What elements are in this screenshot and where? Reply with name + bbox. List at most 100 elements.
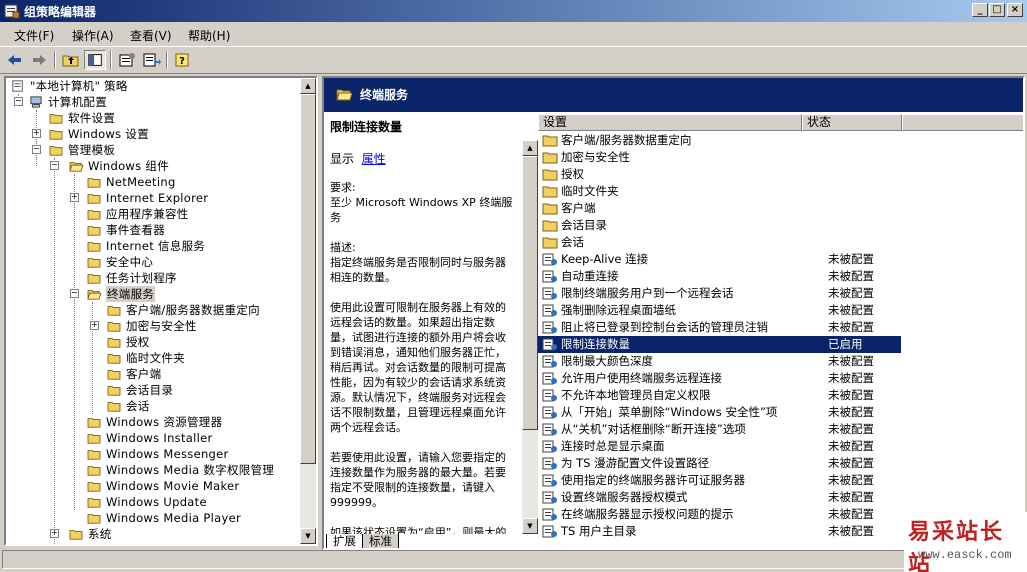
scroll-thumb[interactable] xyxy=(300,94,316,464)
folder-icon xyxy=(107,338,121,348)
list-item[interactable]: 阻止将已登录到控制台会话的管理员注销 未被配置 xyxy=(538,319,908,336)
tree-item-label: 终端服务 xyxy=(106,286,156,302)
watermark-url: www.easck.com xyxy=(918,548,1012,562)
list-item-state: 已启用 xyxy=(828,337,863,351)
column-header-state[interactable]: 状态 xyxy=(802,114,902,131)
expand-toggle[interactable]: + xyxy=(90,321,99,330)
list-item[interactable]: 限制连接数量 已启用 xyxy=(538,336,901,353)
menu-action[interactable]: 操作(A) xyxy=(72,27,114,44)
menu-help[interactable]: 帮助(H) xyxy=(188,27,230,44)
column-header-setting[interactable]: 设置 xyxy=(538,114,802,131)
menu-file[interactable]: 文件(F) xyxy=(14,27,54,44)
list-item[interactable]: 设置终端服务器授权模式 未被配置 xyxy=(538,489,908,506)
folder-icon xyxy=(49,146,63,156)
scroll-down-arrow-icon[interactable]: ▼ xyxy=(522,518,538,534)
list-item[interactable]: 强制删除远程桌面墙纸 未被配置 xyxy=(538,302,908,319)
list-item-state: 未被配置 xyxy=(828,456,874,470)
expand-toggle[interactable]: + xyxy=(70,193,79,202)
forward-arrow-icon[interactable] xyxy=(28,50,50,70)
status-cell xyxy=(2,550,1022,569)
tree-item-label: Windows 组件 xyxy=(88,159,169,173)
policy-setting-icon xyxy=(542,321,557,334)
toolbar: ? xyxy=(0,46,1027,74)
list-item[interactable]: 限制最大颜色深度 未被配置 xyxy=(538,353,908,370)
list-item[interactable]: 从「开始」菜单删除“Windows 安全性”项 未被配置 xyxy=(538,404,908,421)
properties-link[interactable]: 属性 xyxy=(362,152,386,166)
folder-icon xyxy=(107,402,121,412)
expand-toggle[interactable]: + xyxy=(50,545,59,546)
list-item[interactable]: Keep-Alive 连接 未被配置 xyxy=(538,251,908,268)
list-item[interactable]: 限制终端服务用户到一个远程会话 未被配置 xyxy=(538,285,908,302)
list-item-state: 未被配置 xyxy=(828,303,874,317)
folder-icon xyxy=(107,370,121,380)
list-item[interactable]: 不允许本地管理员自定义权限 未被配置 xyxy=(538,387,908,404)
tree-item-label: 系统 xyxy=(88,527,112,541)
expand-toggle[interactable]: + xyxy=(50,529,59,538)
help-icon[interactable]: ? xyxy=(172,50,194,70)
list-item[interactable]: 从“关机”对话框删除“断开连接”选项 未被配置 xyxy=(538,421,908,438)
list-item-state: 未被配置 xyxy=(828,524,874,538)
details-header: 终端服务 xyxy=(324,78,1023,112)
back-arrow-icon[interactable] xyxy=(4,50,26,70)
tree-item-label: Windows Media 数字权限管理 xyxy=(106,463,275,477)
folder-icon xyxy=(542,186,558,198)
collapse-toggle[interactable]: − xyxy=(50,161,59,170)
tab-standard[interactable]: 标准 xyxy=(362,534,399,548)
tree-item-label: 网络 xyxy=(88,542,112,544)
list-item[interactable]: 连接时总是显示桌面 未被配置 xyxy=(538,438,908,455)
list-item-name: 会话 xyxy=(561,235,584,249)
scroll-up-arrow-icon[interactable]: ▲ xyxy=(300,78,316,94)
scroll-thumb[interactable] xyxy=(522,156,538,430)
list-item[interactable]: 在终端服务器显示授权问题的提示 未被配置 xyxy=(538,506,908,523)
list-item-name: 授权 xyxy=(561,167,584,181)
show-hide-tree-icon[interactable] xyxy=(84,50,106,70)
collapse-toggle[interactable]: − xyxy=(70,289,79,298)
maximize-button[interactable]: □ xyxy=(989,3,1005,17)
computer-icon xyxy=(30,96,42,108)
list-item[interactable]: 会话 xyxy=(538,234,908,251)
policy-setting-icon xyxy=(542,287,557,300)
list-item[interactable]: 客户端/服务器数据重定向 xyxy=(538,132,908,149)
tree-item-label: 事件查看器 xyxy=(106,223,165,237)
folder-icon xyxy=(87,482,101,492)
tree-item-label: 任务计划程序 xyxy=(106,271,177,285)
list-item[interactable]: 加密与安全性 xyxy=(538,149,908,166)
collapse-toggle[interactable]: − xyxy=(32,145,41,154)
description-scrollbar[interactable]: ▲ ▼ xyxy=(522,140,538,534)
properties-icon[interactable] xyxy=(116,50,138,70)
list-item-name: 自动重连接 xyxy=(561,269,619,283)
list-item[interactable]: 自动重连接 未被配置 xyxy=(538,268,908,285)
folder-icon xyxy=(87,498,101,508)
scroll-down-arrow-icon[interactable]: ▼ xyxy=(300,528,316,544)
list-item[interactable]: 使用指定的终端服务器许可证服务器 未被配置 xyxy=(538,472,908,489)
list-item[interactable]: 授权 xyxy=(538,166,908,183)
export-list-icon[interactable] xyxy=(140,50,162,70)
list-item-name: 限制最大颜色深度 xyxy=(561,354,653,368)
menu-view[interactable]: 查看(V) xyxy=(130,27,172,44)
list-item[interactable]: 会话目录 xyxy=(538,217,908,234)
list-item[interactable]: 为 TS 漫游配置文件设置路径 未被配置 xyxy=(538,455,908,472)
tree-item-label: 管理模板 xyxy=(68,143,116,157)
list-item[interactable]: 客户端 xyxy=(538,200,908,217)
folder-icon xyxy=(107,322,121,332)
close-button[interactable]: × xyxy=(1007,3,1023,17)
list-item-name: 不允许本地管理员自定义权限 xyxy=(561,388,711,402)
folder-icon xyxy=(107,306,121,316)
up-folder-icon[interactable] xyxy=(60,50,82,70)
title-bar: 组策略编辑器 _ □ × xyxy=(0,0,1027,22)
list-item-state: 未被配置 xyxy=(828,269,874,283)
collapse-toggle[interactable]: − xyxy=(14,97,23,106)
minimize-button[interactable]: _ xyxy=(972,3,988,17)
open-folder-icon xyxy=(87,290,102,300)
tree-scrollbar[interactable]: ▲ ▼ xyxy=(300,78,316,544)
tree-item-label: 会话 xyxy=(126,399,150,413)
list-item[interactable]: 允许用户使用终端服务远程连接 未被配置 xyxy=(538,370,908,387)
list-item[interactable]: 临时文件夹 xyxy=(538,183,908,200)
open-folder-icon xyxy=(336,89,352,101)
scroll-up-arrow-icon[interactable]: ▲ xyxy=(522,140,538,156)
list-item-state: 未被配置 xyxy=(828,252,874,266)
list-item-state: 未被配置 xyxy=(828,286,874,300)
folder-icon xyxy=(87,434,101,444)
expand-toggle[interactable]: + xyxy=(32,129,41,138)
tab-extended[interactable]: 扩展 xyxy=(326,534,363,548)
